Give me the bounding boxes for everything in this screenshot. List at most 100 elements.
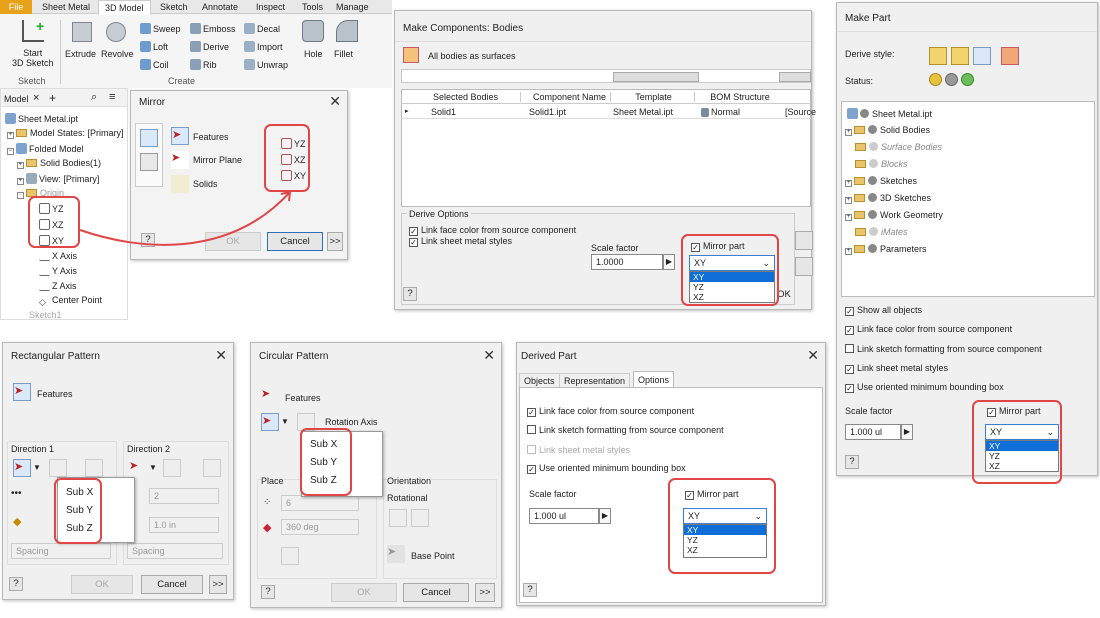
- scale-arrow-button[interactable]: ▶: [663, 254, 675, 270]
- angle-input[interactable]: 360 deg: [281, 519, 359, 535]
- fillet-icon[interactable]: [336, 20, 358, 42]
- link-sheet-checkbox[interactable]: Link sheet metal styles: [527, 445, 630, 455]
- mirror-features-type-icon[interactable]: [140, 129, 158, 147]
- col-header-template[interactable]: Template: [613, 92, 695, 102]
- import-button[interactable]: Import: [244, 41, 283, 52]
- direction1-dropdown-icon[interactable]: ▼: [33, 463, 41, 472]
- link-sketch-checkbox[interactable]: Link sketch formatting from source compo…: [527, 425, 724, 435]
- features-select-icon[interactable]: ➤: [261, 387, 279, 405]
- tab-file[interactable]: File: [0, 0, 32, 14]
- direction1-midplane-icon[interactable]: [85, 459, 103, 477]
- emboss-button[interactable]: Emboss: [190, 23, 236, 34]
- menu-icon[interactable]: ≡: [109, 91, 115, 103]
- tree-model-states[interactable]: + Model States: [Primary]: [7, 128, 124, 139]
- direction1-path-icon[interactable]: ➤: [13, 459, 31, 477]
- status-exclude-icon[interactable]: [945, 73, 958, 86]
- add-tab-icon[interactable]: +: [49, 91, 56, 105]
- derive-surface-icon[interactable]: [973, 47, 991, 65]
- extrude-icon[interactable]: [72, 22, 92, 42]
- tab-3d-model[interactable]: 3D Model: [98, 0, 151, 15]
- help-button[interactable]: ?: [403, 287, 417, 301]
- direction2-count-input[interactable]: 2: [149, 488, 219, 504]
- direction1-flip-icon[interactable]: [49, 459, 67, 477]
- cancel-button[interactable]: Cancel: [403, 583, 469, 602]
- more-button[interactable]: >>: [327, 232, 343, 251]
- side-button-2[interactable]: [795, 257, 813, 276]
- tree-sheet-metal[interactable]: Sheet Metal.ipt: [5, 113, 78, 124]
- tree-3d-sketches[interactable]: +3D Sketches: [845, 193, 931, 204]
- cancel-button[interactable]: Cancel: [141, 575, 203, 594]
- coil-button[interactable]: Coil: [140, 59, 169, 70]
- features-select-icon[interactable]: ➤: [13, 383, 31, 401]
- status-include-icon[interactable]: [929, 73, 942, 86]
- count-input[interactable]: 6: [281, 495, 359, 511]
- link-sheet-checkbox[interactable]: ✓ Link sheet metal styles: [845, 363, 948, 374]
- start-sketch-icon[interactable]: +: [22, 18, 44, 42]
- mirror-plane-select-icon[interactable]: ➤: [171, 151, 189, 169]
- tab-model[interactable]: Model: [4, 94, 29, 104]
- tab-tools[interactable]: Tools: [302, 2, 323, 12]
- revolve-button[interactable]: Revolve: [101, 49, 134, 59]
- direction2-path-icon[interactable]: ➤: [129, 459, 147, 477]
- fixed-icon[interactable]: [411, 509, 429, 527]
- direction2-flip-icon[interactable]: [163, 459, 181, 477]
- tree-center-point[interactable]: ◇ Center Point: [39, 295, 102, 308]
- col-header-component-name[interactable]: Component Name: [529, 92, 611, 102]
- unwrap-button[interactable]: Unwrap: [244, 59, 288, 70]
- tree-solid-bodies[interactable]: + Solid Bodies(1): [17, 158, 101, 169]
- link-sketch-checkbox[interactable]: Link sketch formatting from source compo…: [845, 344, 1042, 354]
- tree-sketch1[interactable]: Sketch1: [29, 310, 62, 320]
- tree-x-axis[interactable]: X Axis: [39, 250, 77, 261]
- close-icon[interactable]: ✕: [807, 347, 819, 364]
- ok-button[interactable]: OK: [71, 575, 133, 594]
- rotation-axis-dropdown-icon[interactable]: ▼: [281, 417, 289, 426]
- tree-sketches[interactable]: + Sketches: [845, 176, 917, 187]
- help-button[interactable]: ?: [845, 455, 859, 469]
- scale-factor-input[interactable]: 1.0000: [591, 254, 663, 270]
- close-icon[interactable]: ✕: [215, 347, 227, 364]
- tab-annotate[interactable]: Annotate: [202, 2, 238, 12]
- link-face-checkbox[interactable]: ✓ Link face color from source component: [845, 324, 1012, 335]
- cell-bom[interactable]: Normal: [701, 107, 740, 117]
- help-button[interactable]: ?: [9, 577, 23, 591]
- table-toggle-button-2[interactable]: [779, 72, 811, 82]
- derive-button[interactable]: Derive: [190, 41, 229, 52]
- derive-composite-icon[interactable]: [1001, 47, 1019, 65]
- more-button[interactable]: >>: [209, 575, 227, 594]
- col-header-bom[interactable]: BOM Structure: [699, 92, 781, 102]
- tree-folded-model[interactable]: − Folded Model: [7, 143, 84, 155]
- tree-parameters[interactable]: + Parameters: [845, 244, 927, 255]
- tree-z-axis[interactable]: Z Axis: [39, 280, 77, 291]
- tree-surface-bodies[interactable]: Surface Bodies: [855, 142, 942, 152]
- scale-arrow-button[interactable]: ▶: [901, 424, 913, 440]
- revolve-icon[interactable]: [106, 22, 126, 42]
- loft-button[interactable]: Loft: [140, 41, 168, 52]
- hole-button[interactable]: Hole: [304, 49, 323, 59]
- more-button[interactable]: >>: [475, 583, 495, 602]
- tab-manage[interactable]: Manage: [336, 2, 369, 12]
- direction2-dropdown-icon[interactable]: ▼: [149, 463, 157, 472]
- tree-solid-bodies[interactable]: + Solid Bodies: [845, 125, 930, 136]
- show-all-checkbox[interactable]: ✓ Show all objects: [845, 305, 922, 316]
- start-sketch-button[interactable]: Start 3D Sketch: [12, 48, 54, 68]
- spacing-select-2[interactable]: Spacing: [127, 543, 223, 559]
- help-button[interactable]: ?: [261, 585, 275, 599]
- tab-representation[interactable]: Representation: [559, 373, 631, 388]
- tab-objects[interactable]: Objects: [519, 373, 560, 388]
- cell-template[interactable]: Sheet Metal.ipt: [613, 107, 673, 117]
- help-button[interactable]: ?: [523, 583, 537, 597]
- tree-work-geometry[interactable]: + Work Geometry: [845, 210, 943, 221]
- direction2-midplane-icon[interactable]: [203, 459, 221, 477]
- ok-button[interactable]: OK: [331, 583, 397, 602]
- direction2-distance-input[interactable]: 1.0 in: [149, 517, 219, 533]
- link-face-checkbox[interactable]: ✓ Link face color from source component: [409, 225, 576, 236]
- base-point-select-icon[interactable]: ➤: [387, 545, 405, 563]
- search-icon[interactable]: ⌕: [91, 91, 97, 104]
- link-face-checkbox[interactable]: ✓ Link face color from source component: [527, 406, 694, 417]
- cell-source[interactable]: [Source: [785, 107, 816, 117]
- close-icon[interactable]: ✕: [329, 93, 341, 110]
- derive-solid-body-icon[interactable]: [951, 47, 969, 65]
- scale-arrow-button[interactable]: ▶: [599, 508, 611, 524]
- extrude-button[interactable]: Extrude: [65, 49, 96, 59]
- cell-body[interactable]: Solid1: [431, 107, 456, 117]
